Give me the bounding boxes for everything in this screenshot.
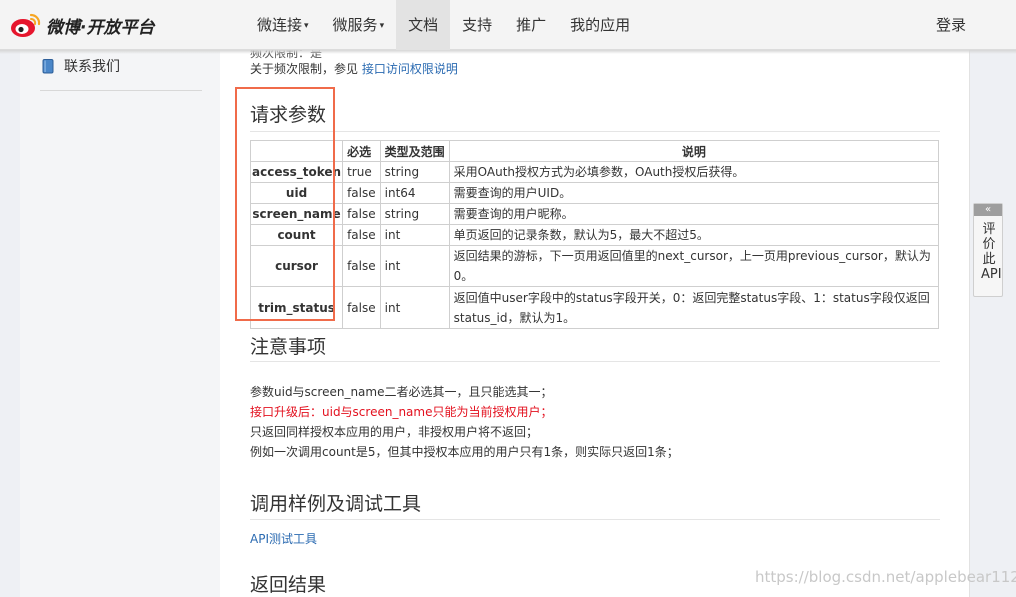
book-icon bbox=[42, 58, 54, 73]
param-desc: 需要查询的用户昵称。 bbox=[448, 203, 940, 225]
param-name: access_token bbox=[249, 161, 344, 183]
note-line-warning: 接口升级后：uid与screen_name只能为当前授权用户； bbox=[250, 405, 553, 419]
param-required: false bbox=[342, 182, 381, 204]
section-title-request-params: 请求参数 bbox=[250, 104, 327, 126]
column-header bbox=[249, 140, 344, 162]
param-required: false bbox=[342, 286, 381, 329]
nav-label: 文档 bbox=[408, 16, 439, 34]
param-type: string bbox=[379, 203, 450, 225]
table-row: screen_name false string 需要查询的用户昵称。 bbox=[249, 203, 940, 225]
nav-label: 支持 bbox=[462, 16, 493, 34]
watermark-text: https://blog.csdn.net/applebear1123 bbox=[755, 568, 1016, 586]
note-line: 例如一次调用count是5，但其中授权本应用的用户只有1条，则实际只返回1条； bbox=[250, 445, 679, 459]
nav-item-micro-service[interactable]: 微服务 ▾ bbox=[321, 0, 397, 50]
param-type: string bbox=[379, 161, 450, 183]
param-desc: 返回值中user字段中的status字段开关，0：返回完整status字段、1：… bbox=[448, 286, 940, 329]
param-type: int bbox=[379, 224, 450, 246]
param-required: true bbox=[342, 161, 381, 183]
frequency-note: 关于频次限制，参见 接口访问权限说明 bbox=[250, 60, 458, 77]
table-row: trim_status false int 返回值中user字段中的status… bbox=[249, 286, 940, 329]
caret-down-icon: ▾ bbox=[379, 21, 385, 31]
notes-list: 参数uid与screen_name二者必选其一，且只能选其一； 接口升级后：ui… bbox=[250, 382, 679, 462]
note-line: 只返回同样授权本应用的用户，非授权用户将不返回； bbox=[250, 425, 539, 439]
nav-shadow bbox=[0, 50, 1016, 54]
caret-down-icon: ▾ bbox=[304, 21, 309, 31]
top-nav-bar: 微博·开放平台 微连接 ▾ 微服务 ▾ 文档 支持 推广 我的应用 登录 bbox=[0, 0, 1016, 54]
column-header: 说明 bbox=[448, 140, 940, 162]
sidebar-item-label: 联系我们 bbox=[64, 59, 120, 75]
table-header-row: 必选 类型及范围 说明 bbox=[249, 140, 940, 162]
rate-api-tab[interactable]: « 评价此API bbox=[973, 203, 1003, 297]
section-title-examples: 调用样例及调试工具 bbox=[250, 493, 422, 515]
param-desc: 采用OAuth授权方式为必填参数，OAuth授权后获得。 bbox=[448, 161, 940, 183]
param-name: count bbox=[249, 224, 344, 246]
nav-item-my-apps[interactable]: 我的应用 bbox=[558, 0, 642, 50]
section-divider bbox=[250, 519, 940, 520]
param-desc: 返回结果的游标，下一页用返回值里的next_cursor，上一页用previou… bbox=[448, 245, 940, 287]
doc-sidebar: 联系我们 bbox=[20, 50, 220, 597]
section-divider bbox=[250, 361, 940, 362]
sidebar-divider bbox=[40, 90, 202, 91]
main-nav: 微连接 ▾ 微服务 ▾ 文档 支持 推广 我的应用 bbox=[245, 0, 642, 50]
param-type: int bbox=[379, 286, 450, 329]
section-title-result: 返回结果 bbox=[250, 574, 327, 596]
param-required: false bbox=[342, 203, 381, 225]
doc-content: 频次限制：是 关于频次限制，参见 接口访问权限说明 请求参数 必选 类型及范围 … bbox=[220, 50, 970, 597]
column-header: 必选 bbox=[342, 140, 381, 162]
weibo-eye-icon bbox=[11, 13, 41, 37]
param-required: false bbox=[342, 245, 381, 287]
param-desc: 单页返回的记录条数，默认为5，最大不超过5。 bbox=[448, 224, 940, 246]
frequency-note-text: 关于频次限制，参见 bbox=[250, 62, 359, 76]
param-type: int bbox=[379, 245, 450, 287]
weibo-open-platform-logo[interactable]: 微博·开放平台 bbox=[10, 11, 154, 39]
param-required: false bbox=[342, 224, 381, 246]
table-row: uid false int64 需要查询的用户UID。 bbox=[249, 182, 940, 204]
param-type: int64 bbox=[379, 182, 450, 204]
nav-label: 推广 bbox=[516, 16, 547, 34]
note-line: 参数uid与screen_name二者必选其一，且只能选其一； bbox=[250, 385, 553, 399]
sidebar-item-contact-us[interactable]: 联系我们 bbox=[42, 56, 120, 76]
table-row: access_token true string 采用OAuth授权方式为必填参… bbox=[249, 161, 940, 183]
nav-item-docs[interactable]: 文档 bbox=[396, 0, 451, 50]
param-name: cursor bbox=[249, 245, 344, 287]
nav-item-support[interactable]: 支持 bbox=[450, 0, 504, 50]
section-title-notes: 注意事项 bbox=[250, 336, 327, 358]
nav-item-micro-connect[interactable]: 微连接 ▾ bbox=[245, 0, 321, 50]
column-header: 类型及范围 bbox=[379, 140, 450, 162]
collapse-arrow-icon[interactable]: « bbox=[974, 204, 1002, 216]
login-link[interactable]: 登录 bbox=[936, 0, 966, 50]
api-test-tool-link[interactable]: API测试工具 bbox=[250, 530, 317, 547]
nav-item-promotion[interactable]: 推广 bbox=[504, 0, 558, 50]
section-divider bbox=[250, 131, 940, 132]
access-permission-link[interactable]: 接口访问权限说明 bbox=[362, 62, 458, 76]
nav-label: 微连接 bbox=[257, 16, 303, 34]
param-desc: 需要查询的用户UID。 bbox=[448, 182, 940, 204]
table-row: cursor false int 返回结果的游标，下一页用返回值里的next_c… bbox=[249, 245, 940, 287]
logo-text: 微博·开放平台 bbox=[46, 17, 155, 38]
table-row: count false int 单页返回的记录条数，默认为5，最大不超过5。 bbox=[249, 224, 940, 246]
request-params-table: 必选 类型及范围 说明 access_token true string 采用O… bbox=[249, 140, 940, 329]
param-name: trim_status bbox=[249, 286, 344, 329]
nav-label: 我的应用 bbox=[570, 16, 631, 34]
nav-label: 微服务 bbox=[332, 16, 378, 34]
param-name: uid bbox=[249, 182, 344, 204]
param-name: screen_name bbox=[249, 203, 344, 225]
rate-api-label: 评价此API bbox=[981, 222, 1002, 282]
